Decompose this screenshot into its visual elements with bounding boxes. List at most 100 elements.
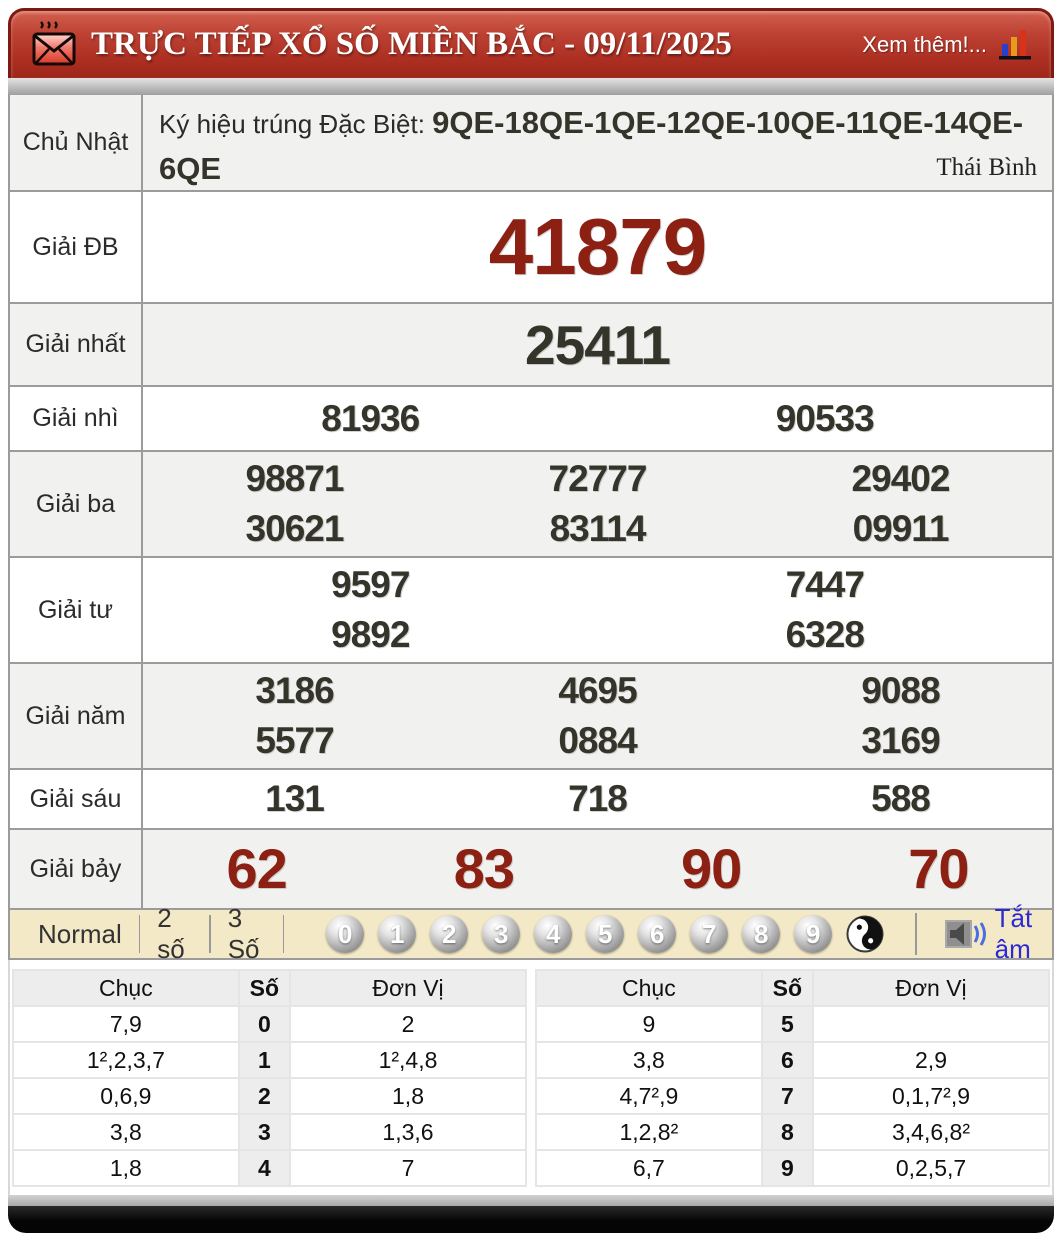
header-so: Số [237, 969, 292, 1007]
so-cell: 0 [237, 1005, 292, 1043]
chuc-cell: 3,8 [12, 1113, 240, 1151]
ball-2[interactable]: 2 [430, 915, 469, 953]
prize-number: 7447 [785, 564, 865, 605]
ball-1[interactable]: 1 [378, 915, 417, 953]
mode-2so-button[interactable]: 2 số [153, 903, 196, 965]
prize-label: Giải năm [10, 664, 143, 768]
donvi-cell: 1²,4,8 [289, 1041, 527, 1079]
prize-number: 718 [568, 778, 628, 819]
table-row: 1,2,8² 8 3,4,6,8² [535, 1113, 1050, 1151]
table-row: 0,6,9 2 1,8 [12, 1077, 527, 1115]
digit-table-left: Chục Số Đơn Vị 7,9 0 2 1²,2,3,7 1 1²,4,8… [12, 969, 527, 1187]
donvi-cell: 1,3,6 [289, 1113, 527, 1151]
mode-normal-button[interactable]: Normal [34, 919, 126, 950]
so-cell: 6 [760, 1041, 815, 1079]
chuc-cell: 6,7 [535, 1149, 763, 1187]
ball-5[interactable]: 5 [586, 915, 625, 953]
so-cell: 1 [237, 1041, 292, 1079]
ball-4[interactable]: 4 [534, 915, 573, 953]
envelope-icon [31, 20, 77, 70]
prize-number: 131 [265, 778, 325, 819]
divider [209, 915, 211, 953]
so-cell: 2 [237, 1077, 292, 1115]
results-table: Chủ Nhật Ký hiệu trúng Đặc Biệt: 9QE-18Q… [8, 95, 1054, 910]
so-cell: 7 [760, 1077, 815, 1115]
table-row: 1²,2,3,7 1 1²,4,8 [12, 1041, 527, 1079]
donvi-cell: 2 [289, 1005, 527, 1043]
table-row: 9 5 [535, 1005, 1050, 1043]
chuc-cell: 1²,2,3,7 [12, 1041, 240, 1079]
bar-chart-icon[interactable] [997, 28, 1033, 62]
donvi-cell [812, 1005, 1050, 1043]
prize-number: 588 [871, 778, 931, 819]
ball-6[interactable]: 6 [638, 915, 677, 953]
speaker-icon [944, 918, 987, 950]
prize-number: 3186 [255, 670, 334, 711]
prize-number: 5577 [255, 720, 334, 761]
prize-number: 3169 [861, 720, 940, 761]
ball-8[interactable]: 8 [742, 915, 781, 953]
number-balls: 0 1 2 3 4 5 6 7 8 9 [319, 915, 891, 953]
prize-number: 09911 [852, 508, 950, 549]
header-divider [8, 78, 1054, 95]
chuc-cell: 3,8 [535, 1041, 763, 1079]
prize-row-fifth: Giải năm 3186 4695 9088 5577 0884 3169 [10, 662, 1052, 768]
chuc-cell: 7,9 [12, 1005, 240, 1043]
prize-row-third: Giải ba 98871 72777 29402 30621 83114 09… [10, 450, 1052, 556]
prize-number: 98871 [245, 458, 345, 499]
prize-label: Giải ĐB [10, 192, 143, 302]
donvi-cell: 0,1,7²,9 [812, 1077, 1050, 1115]
table-row: 3,8 6 2,9 [535, 1041, 1050, 1079]
so-cell: 4 [237, 1149, 292, 1187]
prize-number: 25411 [525, 313, 671, 376]
footer-divider [8, 1195, 1054, 1206]
table-header-row: Chục Số Đơn Vị [12, 969, 527, 1007]
prize-number: 30621 [245, 508, 345, 549]
header-chuc: Chục [12, 969, 240, 1007]
footer-bar [8, 1206, 1054, 1233]
prize-number: 6328 [785, 614, 865, 655]
prize-row-seventh: Giải bảy 62 83 90 70 [10, 828, 1052, 908]
prize-label: Giải nhì [10, 387, 143, 450]
yin-yang-icon[interactable] [846, 915, 884, 953]
donvi-cell: 0,2,5,7 [812, 1149, 1050, 1187]
divider [282, 915, 285, 953]
so-cell: 8 [760, 1113, 815, 1151]
prize-row-special: Giải ĐB 41879 [10, 190, 1052, 302]
donvi-cell: 3,4,6,8² [812, 1113, 1050, 1151]
chuc-cell: 4,7²,9 [535, 1077, 763, 1115]
ball-3[interactable]: 3 [482, 915, 521, 953]
header-donvi: Đơn Vị [812, 969, 1050, 1007]
divider [138, 915, 141, 953]
see-more-link[interactable]: Xem thêm!... [862, 32, 987, 58]
chuc-cell: 0,6,9 [12, 1077, 240, 1115]
digit-summary: Chục Số Đơn Vị 7,9 0 2 1²,2,3,7 1 1²,4,8… [8, 960, 1054, 1195]
prize-number: 9892 [331, 614, 410, 655]
prize-label: Giải nhất [10, 304, 143, 385]
table-header-row: Chục Số Đơn Vị [535, 969, 1050, 1007]
header: TRỰC TIẾP XỔ SỐ MIỀN BẮC - 09/11/2025 Xe… [8, 8, 1054, 78]
prize-number: 83114 [549, 508, 647, 549]
ball-0[interactable]: 0 [326, 915, 365, 953]
sign-label: Ký hiệu trúng Đặc Biệt: [159, 109, 433, 139]
mode-3so-button[interactable]: 3 Số [224, 903, 270, 965]
control-bar: Normal 2 số 3 Số 0 1 2 3 4 5 6 7 8 9 Tắt… [8, 903, 1054, 964]
lottery-widget: TRỰC TIẾP XỔ SỐ MIỀN BẮC - 09/11/2025 Xe… [8, 8, 1054, 1233]
prize-label: Giải tư [10, 558, 143, 662]
ball-9[interactable]: 9 [794, 915, 833, 953]
prize-label: Giải bảy [10, 830, 143, 908]
prize-number: 90 [680, 837, 742, 900]
ball-7[interactable]: 7 [690, 915, 729, 953]
prize-number: 29402 [851, 458, 951, 499]
digit-table-right: Chục Số Đơn Vị 9 5 3,8 6 2,9 4,7²,9 7 0,… [535, 969, 1050, 1187]
province-name: Thái Bình [936, 154, 1037, 181]
so-cell: 3 [237, 1113, 292, 1151]
chuc-cell: 1,8 [12, 1149, 240, 1187]
donvi-cell: 7 [289, 1149, 527, 1187]
table-row: 3,8 3 1,3,6 [12, 1113, 527, 1151]
chuc-cell: 9 [535, 1005, 763, 1043]
prize-number: 9088 [861, 670, 940, 711]
page-title: TRỰC TIẾP XỔ SỐ MIỀN BẮC - 09/11/2025 [91, 26, 732, 62]
table-row: 4,7²,9 7 0,1,7²,9 [535, 1077, 1050, 1115]
mute-button[interactable]: Tắt âm [944, 903, 1038, 965]
